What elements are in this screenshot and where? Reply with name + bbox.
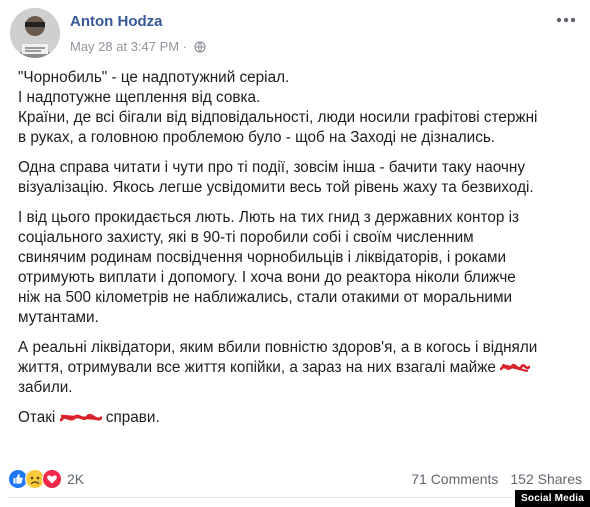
text-line: візуалізацію. Якось легше усвідомити вес… bbox=[18, 179, 534, 196]
text-line: Одна справа читати і чути про ті події, … bbox=[18, 159, 526, 176]
text-line: отримують виплати і допомогу. І хоча вон… bbox=[18, 269, 516, 286]
text-line: І надпотужне щеплення від совка. bbox=[18, 89, 261, 106]
text-line: ніж на 500 кілометрів не наближались, ст… bbox=[18, 289, 513, 306]
paragraph-4: А реальні ліквідатори, яким вбили повніс… bbox=[18, 338, 578, 398]
more-options-icon[interactable] bbox=[554, 10, 578, 30]
paragraph-3: І від цього прокидається лють. Лють на т… bbox=[18, 208, 578, 328]
text-segment: справи. bbox=[105, 409, 160, 426]
text-segment: життя, отримували все життя копійки, а з… bbox=[18, 359, 496, 376]
comments-count-link[interactable]: 71 Comments bbox=[411, 471, 498, 487]
text-segment: Отакі bbox=[18, 409, 56, 426]
post-footer: 2K 71 Comments 152 Shares bbox=[8, 466, 582, 492]
text-line-with-redaction: життя, отримували все життя копійки, а з… bbox=[18, 358, 578, 378]
paragraph-5: Отакі справи. bbox=[18, 408, 578, 428]
text-line: І від цього прокидається лють. Лють на т… bbox=[18, 209, 520, 226]
text-line: в руках, а головною проблемою було - щоб… bbox=[18, 129, 496, 146]
meta-separator: · bbox=[182, 39, 188, 55]
author-name[interactable]: Anton Hodza bbox=[70, 13, 162, 30]
shares-count-link[interactable]: 152 Shares bbox=[510, 471, 582, 487]
post-header: Anton Hodza May 28 at 3:47 PM · bbox=[10, 8, 580, 60]
post-meta: May 28 at 3:47 PM · bbox=[70, 38, 206, 54]
text-line: свинячим родинам посвідчення чорнобильці… bbox=[18, 249, 507, 266]
text-line: соціального захисту, які в 90-ті поробил… bbox=[18, 229, 474, 246]
text-line: Країни, де всі бігали від відповідальнос… bbox=[18, 109, 538, 126]
love-icon bbox=[42, 469, 62, 489]
paragraph-2: Одна справа читати і чути про ті події, … bbox=[18, 158, 578, 198]
redaction-scribble-icon bbox=[500, 363, 531, 372]
facebook-post: Anton Hodza May 28 at 3:47 PM · "Чорноби… bbox=[0, 0, 590, 507]
paragraph-1: "Чорнобиль" - це надпотужний серіал. І н… bbox=[18, 68, 578, 148]
reactions-summary[interactable]: 2K bbox=[8, 469, 84, 489]
text-line: мутантами. bbox=[18, 309, 99, 326]
text-line: А реальні ліквідатори, яким вбили повніс… bbox=[18, 339, 538, 356]
avatar[interactable] bbox=[10, 8, 60, 58]
text-line: забили. bbox=[18, 379, 73, 396]
globe-icon bbox=[194, 40, 206, 53]
reaction-count: 2K bbox=[67, 471, 85, 487]
post-timestamp[interactable]: May 28 at 3:47 PM bbox=[70, 39, 179, 54]
post-body: "Чорнобиль" - це надпотужний серіал. І н… bbox=[18, 68, 578, 438]
engagement-stats: 71 Comments 152 Shares bbox=[411, 471, 582, 487]
avatar-image bbox=[10, 8, 60, 58]
text-line: "Чорнобиль" - це надпотужний серіал. bbox=[18, 69, 290, 86]
redaction-scribble-icon bbox=[59, 413, 102, 422]
text-line-with-redaction: Отакі справи. bbox=[18, 408, 578, 428]
divider bbox=[8, 497, 582, 498]
watermark-label: Social Media bbox=[515, 490, 590, 507]
